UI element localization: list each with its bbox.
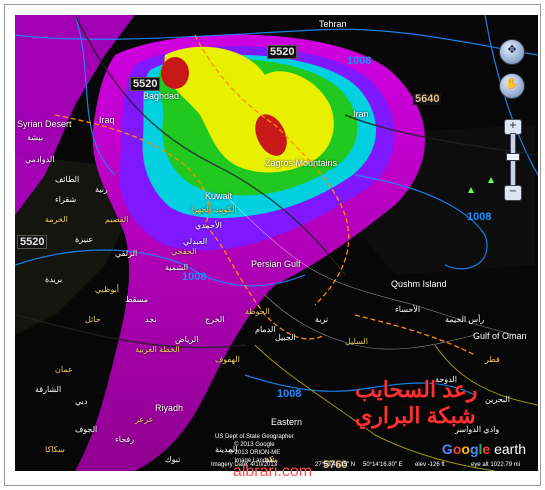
attribution-line1: US Dept of State Geographer [215, 434, 294, 440]
arabic-place-label: عمان [55, 365, 73, 374]
arabic-place-label: السليل [345, 337, 368, 346]
arabic-place-label: شقراء [55, 195, 77, 204]
place-eastern: Eastern [271, 417, 303, 427]
arabic-place-label: الشمية [165, 263, 189, 272]
arabic-place-label: الخرمة [45, 215, 68, 224]
arabic-place-label: الطائف [55, 175, 80, 184]
map-view[interactable]: 5520 5520 5640 5520 5760 1008 1008 1008 … [15, 15, 538, 471]
attribution-line2: © 2013 Google [234, 442, 275, 448]
arabic-place-label: دبي [75, 397, 88, 406]
arabic-place-label: نجد [145, 315, 157, 324]
arabic-place-label: قطر [485, 355, 500, 364]
arabic-place-label: الخطة الغربية [135, 345, 180, 354]
zoom-slider[interactable]: + − [504, 119, 522, 201]
arabic-place-label: الجبيل [275, 333, 296, 342]
arabic-place-label: الجوف [75, 425, 98, 434]
zoom-out-button[interactable]: − [504, 185, 522, 201]
arabic-place-label: الأحساء [395, 305, 421, 314]
pressure-label-1008-gulf: 1008 [182, 271, 207, 283]
arabic-place-label: بريدة [45, 275, 63, 284]
arabic-place-label: الرياض [175, 335, 199, 344]
arabic-place-label: البحرين [485, 395, 510, 404]
logo-earth: earth [494, 441, 526, 457]
google-earth-logo: Google earth [441, 441, 526, 457]
pressure-label-1008-south: 1008 [277, 388, 302, 400]
contour-label-5640: 5640 [413, 93, 442, 105]
arabic-place-label: حائل [85, 315, 101, 324]
place-riyadh: Riyadh [155, 403, 184, 413]
place-iran: Iran [353, 109, 369, 119]
attribution-line3: © 2013 ORION-ME [228, 450, 281, 456]
hand-icon[interactable]: ✋ [499, 73, 525, 99]
arabic-place-label: الخرج [205, 315, 225, 324]
site-footer[interactable]: albrari.com [5, 463, 540, 481]
arabic-place-label: الدمام [255, 325, 276, 334]
place-persian-gulf: Persian Gulf [251, 259, 301, 269]
pressure-label-1008-east: 1008 [467, 211, 492, 223]
arabic-place-label: عنيزة [75, 235, 94, 244]
arabic-place-label: الأحمدي [195, 221, 222, 230]
place-syrian-desert: Syrian Desert [17, 119, 72, 129]
contour-label-5520-north: 5520 [267, 45, 298, 59]
place-iraq: Iraq [99, 115, 115, 125]
zoom-thumb[interactable] [506, 153, 520, 161]
precip-core-baghdad [161, 57, 189, 89]
arabic-place-label: سكاكا [45, 445, 65, 454]
arabic-place-label: بيشة [27, 133, 44, 142]
arabic-place-label: الدوادمي [25, 155, 55, 164]
contour-label-5520-west: 5520 [17, 235, 48, 249]
arabic-place-label: الحوطة [245, 307, 270, 316]
screenshot-frame: 5520 5520 5640 5520 5760 1008 1008 1008 … [4, 4, 541, 486]
arabic-place-label: الهفوف [215, 355, 240, 364]
place-tehran: Tehran [319, 19, 347, 29]
place-gulf-of-oman: Gulf of Oman [473, 331, 527, 341]
arabic-place-label: تربة [315, 315, 329, 324]
pressure-label-1008-north: 1008 [347, 55, 372, 67]
arabic-place-label: رأس الخيمة [445, 315, 485, 324]
place-kuwait: Kuwait [205, 191, 233, 201]
arabic-place-label: الزلفي [115, 249, 138, 258]
watermark-line1: رعد السحايب [355, 377, 478, 402]
arabic-place-label: الخفجي [171, 247, 197, 256]
place-baghdad: Baghdad [143, 91, 180, 101]
place-zagros: Zagros Mountains [265, 158, 338, 168]
arabic-place-label: عرعر [135, 415, 154, 424]
arabic-place-label: الكويت الجهرا [191, 205, 237, 214]
arabic-place-label: العبدلي [183, 237, 208, 246]
arabic-place-label: القصيم [105, 215, 129, 224]
arabic-place-label: أبوظبي [95, 285, 120, 294]
watermark-line2: شبكة البراري [355, 403, 476, 428]
arabic-place-label: رنية [95, 185, 108, 194]
arabic-place-label: رفحاء [115, 435, 135, 444]
compass-icon[interactable]: ✥ [499, 39, 525, 65]
contour-label-5520-baghdad: 5520 [130, 77, 161, 91]
arabic-place-label: مسقط [125, 295, 149, 304]
place-qushm-island: Qushm Island [391, 279, 447, 289]
arabic-place-label: الشارقة [35, 385, 62, 394]
